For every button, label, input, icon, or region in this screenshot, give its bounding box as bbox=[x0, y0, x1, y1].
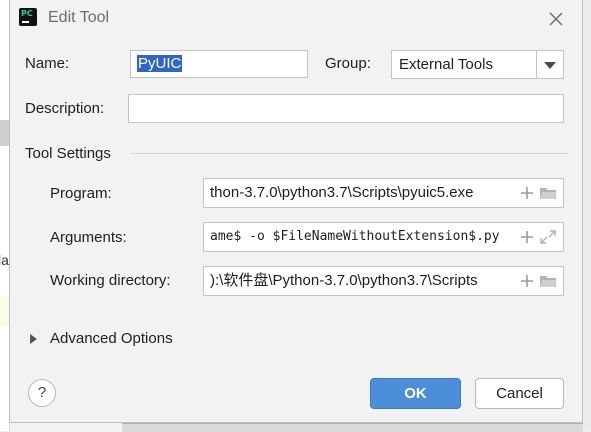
group-select[interactable]: External Tools bbox=[391, 50, 564, 79]
description-input[interactable] bbox=[128, 94, 564, 123]
close-button[interactable] bbox=[546, 9, 566, 29]
browse-folder-icon[interactable] bbox=[539, 273, 557, 289]
chevron-right-icon bbox=[30, 334, 37, 344]
ok-button[interactable]: OK bbox=[370, 378, 461, 409]
arguments-label: Arguments: bbox=[50, 229, 127, 246]
chevron-down-icon bbox=[544, 62, 556, 69]
program-value: thon-3.7.0\python3.7\Scripts\pyuic5.exe bbox=[210, 184, 474, 201]
insert-macro-icon[interactable] bbox=[519, 185, 535, 201]
tool-settings-heading: Tool Settings bbox=[25, 145, 111, 162]
description-label: Description: bbox=[25, 100, 105, 117]
arguments-field[interactable]: ame$ -o $FileNameWithoutExtension$.py bbox=[203, 222, 564, 252]
browse-folder-icon[interactable] bbox=[539, 185, 557, 201]
cancel-button[interactable]: Cancel bbox=[475, 378, 564, 409]
background-left-text: la bbox=[0, 252, 9, 268]
close-icon bbox=[549, 12, 563, 26]
group-label: Group: bbox=[325, 55, 371, 72]
working-directory-field[interactable]: ):\软件盘\Python-3.7.0\python3.7\Scripts bbox=[203, 266, 564, 296]
background-left-highlight bbox=[0, 296, 9, 326]
background-right-panel bbox=[583, 0, 591, 431]
pycharm-logo-text: PC bbox=[21, 9, 33, 18]
dialog-titlebar: PC Edit Tool bbox=[10, 0, 582, 38]
working-directory-label: Working directory: bbox=[50, 272, 171, 289]
section-divider bbox=[131, 153, 568, 154]
advanced-options-label: Advanced Options bbox=[50, 330, 173, 347]
name-input[interactable]: PyUIC bbox=[130, 50, 308, 78]
program-field[interactable]: thon-3.7.0\python3.7\Scripts\pyuic5.exe bbox=[203, 178, 564, 208]
dialog-title: Edit Tool bbox=[48, 9, 110, 26]
program-label: Program: bbox=[50, 185, 112, 202]
insert-macro-icon[interactable] bbox=[519, 229, 535, 245]
background-left-band bbox=[0, 120, 9, 146]
arguments-value: ame$ -o $FileNameWithoutExtension$.py bbox=[210, 229, 500, 244]
insert-macro-icon[interactable] bbox=[519, 273, 535, 289]
expand-icon[interactable] bbox=[539, 229, 557, 245]
help-button[interactable]: ? bbox=[28, 379, 56, 407]
group-select-value: External Tools bbox=[399, 56, 493, 73]
name-input-value: PyUIC bbox=[137, 55, 183, 72]
name-label: Name: bbox=[25, 55, 70, 72]
edit-tool-dialog: PC Edit Tool Name: PyUIC Group: External… bbox=[9, 0, 583, 423]
working-directory-value: ):\软件盘\Python-3.7.0\python3.7\Scripts bbox=[210, 272, 478, 289]
pycharm-logo-icon: PC bbox=[19, 8, 37, 26]
